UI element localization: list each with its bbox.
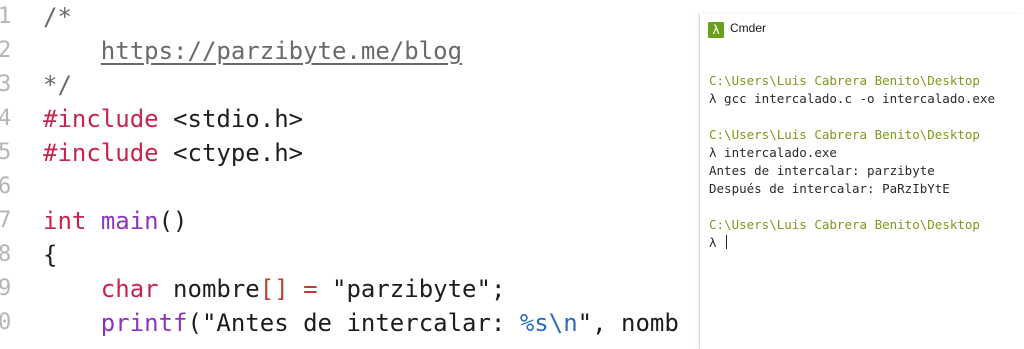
terminal-prompt-path: C:\Users\Luis Cabrera Benito\Desktop (709, 216, 1023, 234)
code-token: [] (259, 275, 289, 303)
terminal-line: Después de intercalar: PaRzIbYtE (709, 180, 1023, 198)
line-number: 5 (0, 140, 12, 165)
code-token: { (43, 241, 58, 269)
code-token: ("Antes de intercalar: (187, 309, 520, 337)
code-text[interactable]: char nombre[] = "parzibyte"; (43, 272, 506, 306)
terminal-prompt-path: C:\Users\Luis Cabrera Benito\Desktop (709, 126, 1023, 144)
code-text[interactable]: printf("Antes de intercalar: %s\n", nomb (43, 306, 679, 340)
code-text[interactable]: /* (43, 0, 72, 34)
line-number: 1 (0, 4, 12, 29)
code-token: () (158, 207, 188, 235)
code-text[interactable]: int main() (43, 204, 188, 238)
code-token: printf (100, 309, 188, 337)
code-token: /* (43, 3, 72, 31)
terminal-prompt-path: C:\Users\Luis Cabrera Benito\Desktop (709, 72, 1023, 90)
code-token: #include (43, 139, 159, 167)
terminal-text: C:\Users\Luis Cabrera Benito\Desktop (709, 217, 980, 232)
code-text[interactable]: https://parzibyte.me/blog (43, 34, 462, 68)
code-token: %s\n (519, 309, 578, 337)
line-number: 2 (0, 38, 12, 63)
terminal-text: Después de intercalar: PaRzIbYtE (709, 181, 950, 196)
line-number: 4 (0, 106, 12, 131)
code-token: <stdio.h> (158, 105, 304, 133)
code-text[interactable]: */ (43, 68, 72, 102)
code-text[interactable]: #include <stdio.h> (43, 102, 303, 136)
terminal-text: λ gcc intercalado.c -o intercalado.exe (709, 91, 995, 106)
terminal-text: C:\Users\Luis Cabrera Benito\Desktop (709, 73, 980, 88)
line-number: 7 (0, 208, 12, 233)
cmder-window[interactable]: λ Cmder C:\Users\Luis Cabrera Benito\Des… (699, 14, 1024, 349)
terminal-text: Antes de intercalar: parzibyte (709, 163, 935, 178)
terminal-line: Antes de intercalar: parzibyte (709, 162, 1023, 180)
code-token: = (303, 275, 318, 303)
code-token: int (43, 207, 87, 235)
code-token: #include (43, 105, 159, 133)
terminal-text: λ (709, 235, 725, 250)
code-link[interactable]: https://parzibyte.me/blog (101, 37, 462, 65)
code-token: main (100, 207, 159, 235)
terminal-line: λ (709, 234, 1023, 252)
code-token: ", nomb (577, 309, 679, 337)
line-number: 8 (0, 242, 12, 267)
line-number: 6 (0, 174, 12, 199)
terminal-line: λ intercalado.exe (709, 144, 1023, 162)
line-number: 3 (0, 72, 12, 97)
lambda-icon: λ (708, 22, 724, 38)
code-text[interactable]: { (43, 238, 57, 272)
code-token: char (100, 275, 159, 303)
line-number: 9 (0, 276, 12, 301)
title-bar[interactable]: λ Cmder (700, 14, 1024, 46)
code-token: <ctype.h> (158, 139, 304, 167)
code-text[interactable]: #include <ctype.h> (43, 136, 303, 170)
code-token: */ (43, 71, 72, 99)
terminal-line: λ gcc intercalado.c -o intercalado.exe (709, 90, 1023, 108)
window-title: Cmder (730, 21, 767, 35)
text-cursor (726, 235, 728, 249)
terminal-text: λ intercalado.exe (709, 145, 837, 160)
code-token: nombre (158, 275, 260, 303)
code-token: "parzibyte"; (317, 275, 506, 303)
terminal-text: C:\Users\Luis Cabrera Benito\Desktop (709, 127, 980, 142)
line-number: 0 (0, 310, 12, 335)
terminal-output[interactable]: C:\Users\Luis Cabrera Benito\Desktop λ gc… (709, 72, 1023, 252)
